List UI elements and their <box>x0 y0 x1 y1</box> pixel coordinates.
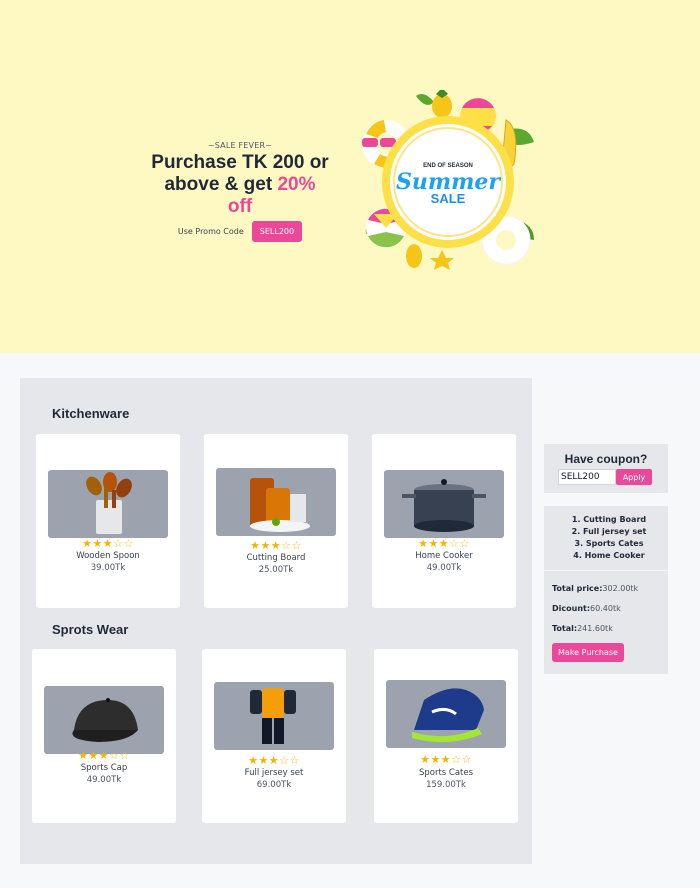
product-price: 49.00Tk <box>86 775 122 785</box>
summary-divider <box>544 570 668 571</box>
cap-icon <box>72 698 138 742</box>
product-card-full-jersey-set[interactable]: ★★★☆☆ Full jersey set 69.00Tk <box>202 649 346 823</box>
section-title-kitchenware: Kitchenware <box>52 406 130 421</box>
discount-value: 60.40tk <box>590 604 621 613</box>
badge-bottom-text: SALE <box>431 191 466 206</box>
total-line: Total:241.60tk <box>552 624 613 633</box>
product-image-home-cooker[interactable] <box>384 470 504 538</box>
coupon-panel: Have coupon? Apply <box>544 444 668 493</box>
product-image-cutting-board[interactable] <box>216 468 336 536</box>
product-price: 69.00Tk <box>256 780 292 790</box>
total-price-value: 302.00tk <box>602 584 639 593</box>
rating-stars: ★★★☆☆ <box>250 539 302 552</box>
product-price: 159.00Tk <box>426 780 466 790</box>
product-price: 25.00Tk <box>258 565 294 575</box>
sneaker-icon <box>412 688 484 743</box>
coupon-input[interactable] <box>558 469 616 485</box>
discount-line: Dicount:60.40tk <box>552 604 621 613</box>
product-name: Wooden Spoon <box>76 551 140 561</box>
rating-stars: ★★★☆☆ <box>78 749 130 762</box>
promo-label: Use Promo Code <box>177 227 244 236</box>
rating-stars: ★★★☆☆ <box>82 537 134 550</box>
headline-line2: above & get 20% off <box>150 174 330 218</box>
product-name: Sports Cates <box>418 768 474 778</box>
product-card-sports-cap[interactable]: ★★★☆☆ Sports Cap 49.00Tk <box>32 649 176 823</box>
cooking-pot-icon <box>402 479 486 532</box>
summer-sale-illustration: END OF SEASON Summer SALE <box>362 90 534 270</box>
product-card-sports-cates[interactable]: ★★★☆☆ Sports Cates 159.00Tk <box>374 649 518 823</box>
product-price: 39.00Tk <box>90 563 126 573</box>
cart-item: 4. Home Cooker <box>573 551 645 560</box>
hero-headline: Purchase TK 200 or above & get 20% off <box>150 152 330 218</box>
rating-stars: ★★★☆☆ <box>248 754 300 767</box>
cart-item: 1. Cutting Board <box>571 515 647 524</box>
rating-stars: ★★★☆☆ <box>420 753 472 766</box>
jersey-icon <box>250 688 296 744</box>
hero-text: ~SALE FEVER~ Purchase TK 200 or above & … <box>150 141 330 242</box>
product-image-wooden-spoon[interactable] <box>48 470 168 538</box>
product-card-cutting-board[interactable]: ★★★☆☆ Cutting Board 25.00Tk <box>204 434 348 608</box>
cutting-board-icon <box>250 478 310 532</box>
promo-code-badge: SELL200 <box>251 221 303 242</box>
discount-label: Dicount: <box>552 604 591 613</box>
product-name: Full jersey set <box>244 768 304 778</box>
section-title-sports-wear: Sprots Wear <box>52 622 129 637</box>
hero-banner: ~SALE FEVER~ Purchase TK 200 or above & … <box>0 0 700 353</box>
product-price: 49.00Tk <box>426 563 462 573</box>
headline-line1: Purchase TK 200 or <box>151 152 329 173</box>
product-name: Home Cooker <box>415 551 473 561</box>
total-value: 241.60tk <box>577 624 613 633</box>
apply-coupon-button[interactable]: Apply <box>616 469 652 485</box>
products-area: Kitchenware ★★★☆☆ Wooden Spoon 39.00Tk ★… <box>20 378 532 864</box>
product-card-wooden-spoon[interactable]: ★★★☆☆ Wooden Spoon 39.00Tk <box>36 434 180 608</box>
product-image-full-jersey-set[interactable] <box>214 682 334 750</box>
wooden-spoon-icon <box>86 472 132 534</box>
rating-stars: ★★★☆☆ <box>418 537 470 550</box>
total-label: Total: <box>552 624 578 633</box>
order-summary-panel: 1. Cutting Board 2. Full jersey set 3. S… <box>544 506 668 674</box>
product-card-home-cooker[interactable]: ★★★☆☆ Home Cooker 49.00Tk <box>372 434 516 608</box>
cart-item: 2. Full jersey set <box>571 527 647 536</box>
product-image-sports-cates[interactable] <box>386 680 506 748</box>
total-price-line: Total price:302.00tk <box>552 584 638 593</box>
hero-eyebrow: ~SALE FEVER~ <box>207 141 273 150</box>
product-name: Sports Cap <box>80 763 128 773</box>
product-name: Cutting Board <box>246 553 306 563</box>
total-price-label: Total price: <box>552 584 603 593</box>
coupon-title: Have coupon? <box>564 452 648 466</box>
cart-item-list: 1. Cutting Board 2. Full jersey set 3. S… <box>544 514 668 562</box>
product-image-sports-cap[interactable] <box>44 686 164 754</box>
headline-line2-prefix: above & get <box>164 174 278 195</box>
make-purchase-button[interactable]: Make Purchase <box>552 643 624 662</box>
promo-row: Use Promo Code SELL200 <box>150 221 330 242</box>
cart-item: 3. Sports Cates <box>574 539 644 548</box>
